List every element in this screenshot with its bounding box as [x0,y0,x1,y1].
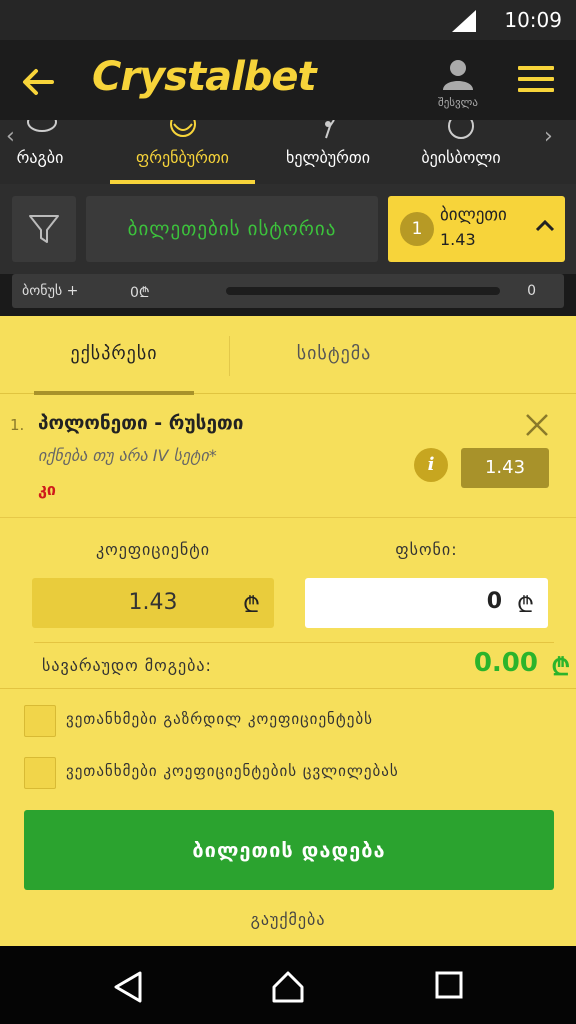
ticket-label: ბილეთი [440,205,507,225]
bonus-row: ბონუს + 0₾ 0 [12,274,564,308]
hamburger-icon [518,66,554,70]
ticket-summary-button[interactable]: 1 ბილეთი 1.43 [388,196,565,262]
coefficient-value: 1.43 [128,590,178,615]
info-icon[interactable]: i [414,448,448,482]
clock: 10:09 [504,8,562,32]
divider [34,642,554,643]
possible-win-value: 0.00 [473,648,538,678]
chevron-right-icon[interactable]: › [544,124,553,149]
login-button[interactable]: შესვლა [430,58,486,114]
sports-tabs: ‹ რაგბი ფრენბურთი ხელბურთი ბეისბოლი › [0,120,576,184]
checkbox-label: ვეთანხმები კოეფიციენტების ცვლილებას [66,762,399,780]
coefficient-field: 1.43 ₾ [32,578,274,628]
chevron-up-icon [535,219,555,232]
login-label: შესვლა [438,96,478,109]
ticket-odds: 1.43 [440,230,476,249]
agreement-checkboxes: ვეთანხმები გაზრდილ კოეფიციენტებს ვეთანხმ… [0,688,576,809]
possible-win-label: სავარაუდო მოგება: [42,656,212,675]
back-button[interactable] [20,66,56,98]
baseball-icon [448,120,474,139]
logo[interactable]: Crystalbet [92,54,317,100]
coefficient-label: კოეფიციენტი [95,540,210,559]
lari-icon: ₾ [517,593,534,618]
outcome-name: კი [38,480,56,499]
lari-icon: ₾ [551,653,570,681]
match-name: პოლონეთი - რუსეთი [38,412,244,434]
checkbox-odds-change[interactable]: ვეთანხმები კოეფიციენტების ცვლილებას [0,757,576,809]
checkbox[interactable] [24,757,56,789]
tab-rugby[interactable]: რაგბი [0,120,80,184]
bet-type-tabs: ექსპრესი სისტემა [0,316,576,395]
tab-express[interactable]: ექსპრესი [34,316,194,395]
system-nav-bar [0,946,576,1024]
bonus-progress-bar [226,287,500,295]
handball-icon [325,120,335,139]
place-bet-button[interactable]: ბილეთის დადება [24,810,554,890]
betslip-panel: ექსპრესი სისტემა 1. პოლონეთი - რუსეთი იქ… [0,316,576,946]
stake-value: 0 [486,589,502,614]
status-bar: 10:09 [0,0,576,40]
arrow-left-icon [23,69,54,95]
volleyball-icon [169,120,196,137]
bonus-count: 0 [527,283,536,299]
bet-item: 1. პოლონეთი - რუსეთი იქნება თუ არა IV სე… [0,396,576,518]
ticket-history-button[interactable]: ბილეთების ისტორია [86,196,378,262]
market-name: იქნება თუ არა IV სეტი* [38,446,217,465]
bonus-label: ბონუს + [22,283,79,299]
close-icon[interactable] [524,412,550,438]
tab-divider [229,336,230,376]
checkbox-increased-odds[interactable]: ვეთანხმები გაზრდილ კოეფიციენტებს [0,705,576,757]
tab-handball[interactable]: ხელბურთი [270,120,386,184]
home-icon[interactable] [270,970,306,1004]
checkbox[interactable] [24,705,56,737]
signal-icon [452,10,476,32]
checkbox-label: ვეთანხმები გაზრდილ კოეფიციენტებს [66,710,373,728]
funnel-icon [29,215,59,243]
menu-button[interactable] [518,66,554,98]
recents-icon[interactable] [434,970,464,1000]
stake-input[interactable]: 0 ₾ [305,578,548,628]
cancel-button[interactable]: გაუქმება [0,910,576,929]
bet-odds: 1.43 [461,448,549,488]
lari-icon: ₾ [243,593,260,618]
back-triangle-icon[interactable] [112,970,144,1004]
rugby-ball-icon [27,120,57,132]
ticket-count-badge: 1 [400,212,434,246]
tab-baseball[interactable]: ბეისბოლი [392,120,530,184]
betslip-toolbar: ბილეთების ისტორია 1 ბილეთი 1.43 [0,184,576,274]
stake-label: ფსონი: [395,540,458,559]
app-header: Crystalbet შესვლა [0,40,576,120]
bet-index: 1. [10,416,25,434]
filter-button[interactable] [12,196,76,262]
user-icon [443,60,473,90]
tab-volleyball[interactable]: ფრენბურთი [110,120,255,184]
bonus-amount: 0₾ [130,285,150,301]
tab-system[interactable]: სისტემა [254,316,414,394]
